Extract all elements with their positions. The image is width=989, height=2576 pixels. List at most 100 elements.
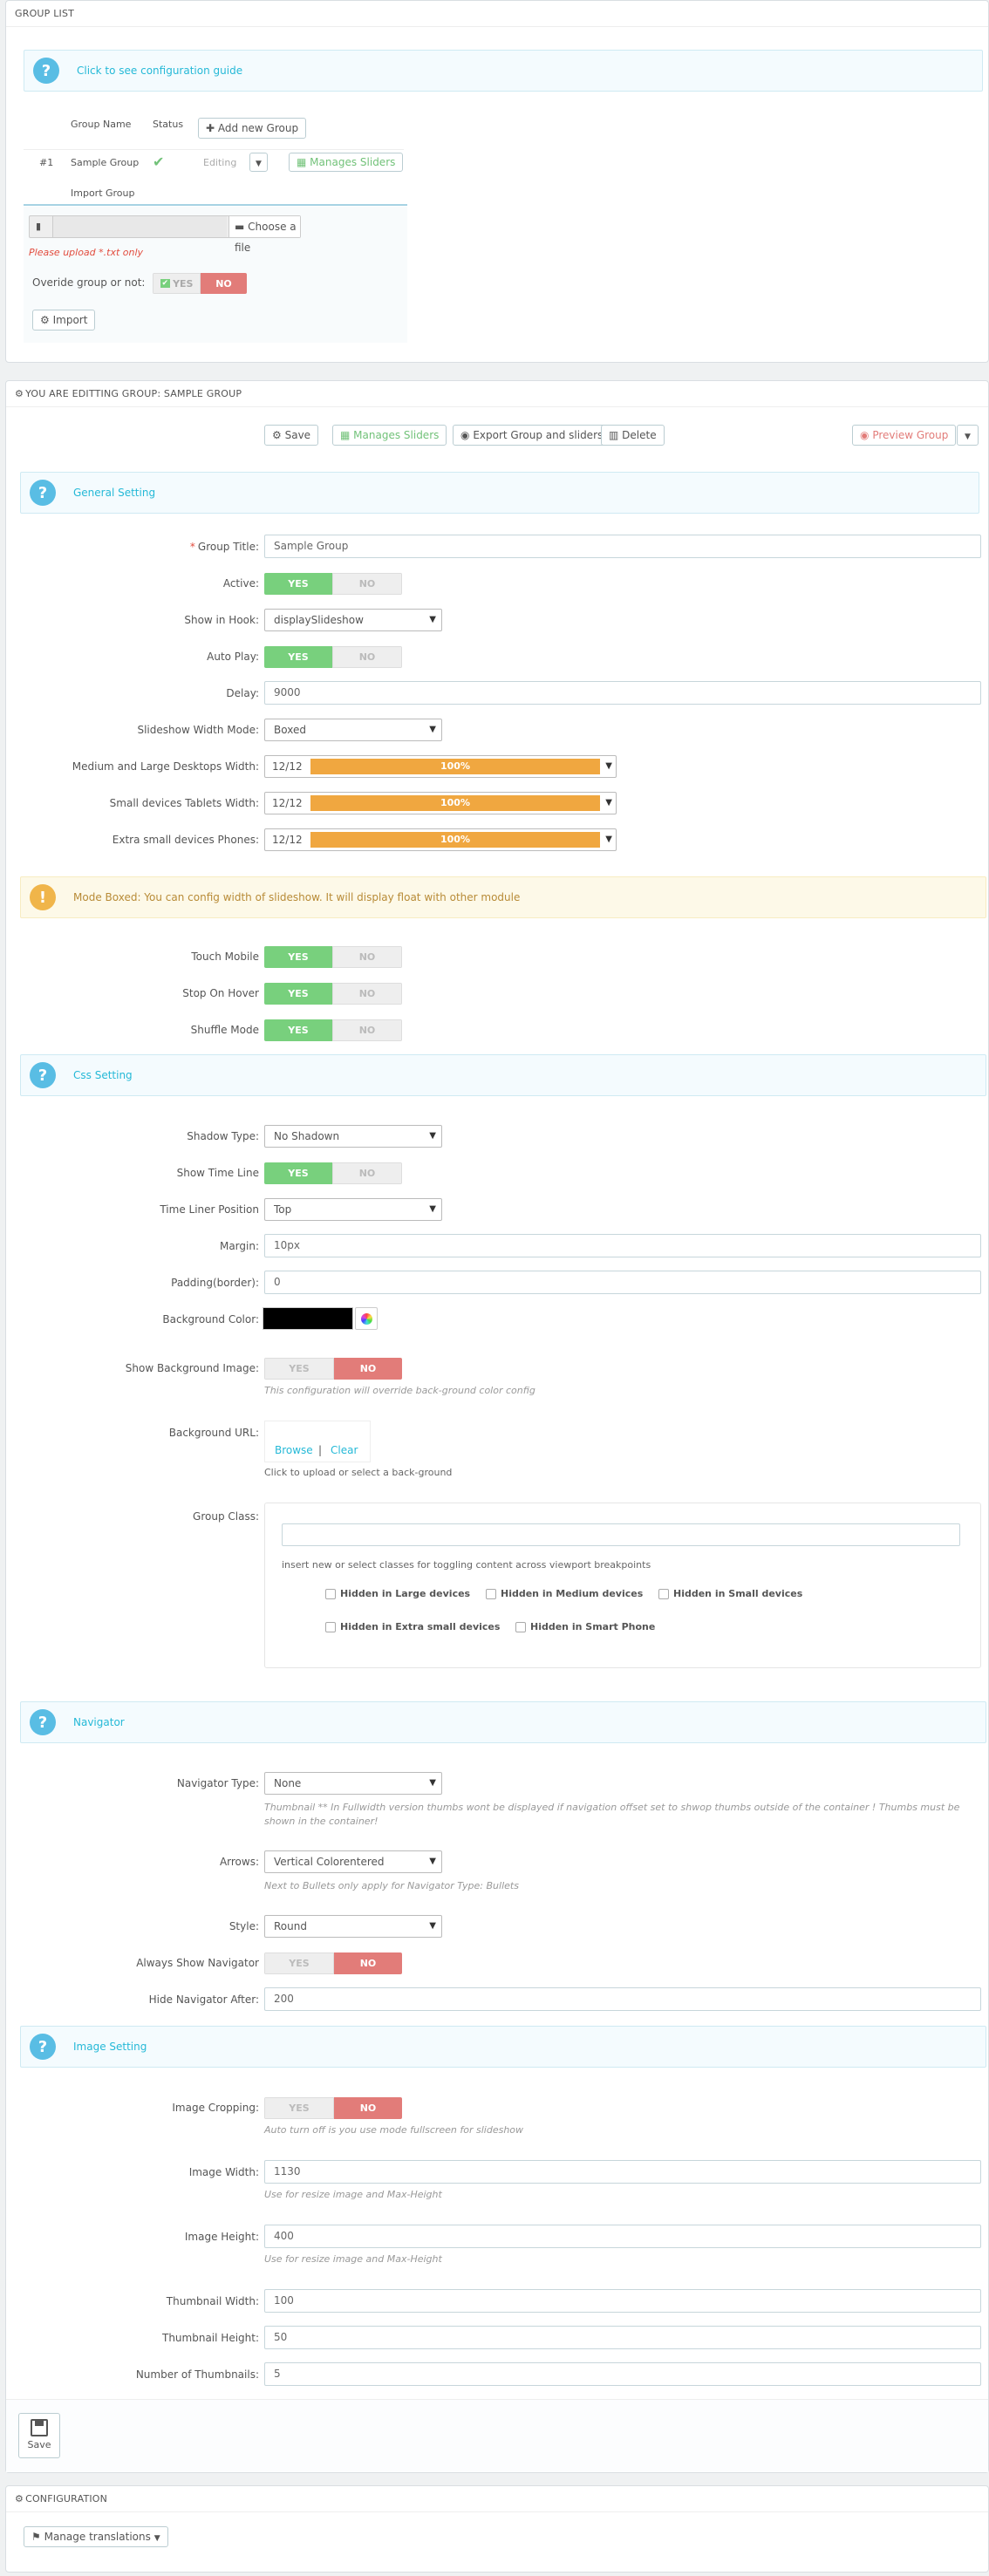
style-select[interactable]: Round ▼ [264,1915,442,1938]
file-input[interactable]: ▮ ▬ Choose a file [29,215,301,254]
touch-toggle[interactable]: YES NO [264,946,402,968]
row-number: #1 [39,157,54,168]
img-width-input[interactable]: 1130 [264,2160,981,2184]
check-icon: ✔ [153,153,165,170]
autoplay-yes[interactable]: YES [264,646,332,668]
padding-input[interactable]: 0 [264,1271,981,1294]
sm-width-label: Small devices Tablets Width: [109,797,259,809]
hidden-sp-checkbox[interactable]: Hidden in Smart Phone [515,1621,655,1632]
import-group-title: Import Group [71,187,135,199]
thumb-count-input[interactable]: 5 [264,2362,981,2386]
md-width-select[interactable]: 12/12 100% ▼ [264,755,617,778]
autoplay-toggle[interactable]: YES NO [264,646,402,668]
question-icon: ? [30,1062,56,1088]
clear-link[interactable]: Clear [331,1444,358,1456]
timeline-yes[interactable]: YES [264,1162,332,1184]
always-nav-no[interactable]: NO [334,1952,402,1974]
crop-label: Image Cropping: [172,2102,259,2114]
autoplay-no[interactable]: NO [332,646,402,668]
group-class-input[interactable] [282,1523,960,1546]
xs-width-bar: 100% [310,832,600,848]
group-list-heading: GROUP LIST [6,1,988,27]
delay-label: Delay: [226,687,259,699]
shuffle-no[interactable]: NO [332,1019,402,1041]
show-bg-no[interactable]: NO [334,1358,402,1380]
delete-button[interactable]: ▥ Delete [601,425,665,446]
arrows-select[interactable]: Vertical Colorentered ▼ [264,1850,442,1873]
hidden-xs-checkbox[interactable]: Hidden in Extra small devices [325,1621,500,1632]
arrows-help: Next to Bullets only apply for Navigator… [264,1880,519,1891]
hover-label: Stop On Hover [182,987,259,999]
shadow-select[interactable]: No Shadown ▼ [264,1125,442,1148]
hidden-lg-checkbox[interactable]: Hidden in Large devices [325,1588,470,1599]
bgcolor-swatch[interactable] [263,1307,353,1330]
manage-sliders-button[interactable]: ▦ Manages Sliders [332,425,447,446]
shuffle-yes[interactable]: YES [264,1019,332,1041]
save-icon: ⚙ [272,429,282,441]
config-guide-link[interactable]: Click to see configuration guide [77,65,242,77]
hook-select[interactable]: displaySlideshow ▼ [264,609,442,631]
crop-yes[interactable]: YES [264,2097,334,2119]
img-height-input[interactable]: 400 [264,2225,981,2248]
save-button[interactable]: ⚙ Save [264,425,319,446]
row-manage-sliders-button[interactable]: ▦ Manages Sliders [289,153,404,172]
col-status: Status [153,119,184,130]
file-input-field[interactable] [52,216,227,237]
active-yes[interactable]: YES [264,573,332,595]
group-title-input[interactable]: Sample Group [264,535,981,558]
color-picker-button[interactable] [355,1307,378,1330]
browse-link[interactable]: Browse [275,1444,313,1456]
hover-toggle[interactable]: YES NO [264,983,402,1005]
sm-width-select[interactable]: 12/12 100% ▼ [264,792,617,814]
xs-width-select[interactable]: 12/12 100% ▼ [264,828,617,851]
hover-no[interactable]: NO [332,983,402,1005]
add-new-group-button[interactable]: ✚ Add new Group [198,118,307,139]
manage-translations-button[interactable]: ⚑ Manage translations ▼ [24,2526,168,2547]
hide-nav-label: Hide Navigator After: [148,1993,259,2006]
group-list-panel: GROUP LIST ? Click to see configuration … [5,0,989,363]
footer-save-button[interactable]: Save [18,2413,60,2458]
override-toggle[interactable]: ✔ YES NO [153,273,247,294]
hover-yes[interactable]: YES [264,983,332,1005]
edit-group-panel: ⚙ YOU ARE EDITTING GROUP: SAMPLE GROUP ⚙ … [5,380,989,2473]
timeline-no[interactable]: NO [332,1162,402,1184]
hide-nav-input[interactable]: 200 [264,1987,981,2011]
hidden-sm-checkbox[interactable]: Hidden in Small devices [658,1588,802,1599]
shuffle-toggle[interactable]: YES NO [264,1019,402,1041]
preview-dropdown-button[interactable]: ▼ [957,425,979,446]
always-nav-toggle[interactable]: YES NO [264,1952,402,1974]
hidden-md-checkbox[interactable]: Hidden in Medium devices [486,1588,643,1599]
delay-input[interactable]: 9000 [264,681,981,705]
override-no[interactable]: NO [201,273,247,294]
width-mode-select[interactable]: Boxed ▼ [264,719,442,741]
preview-group-button[interactable]: ◉ Preview Group [852,425,957,446]
thumb-height-input[interactable]: 50 [264,2326,981,2349]
cogs-icon: ⚙ [15,2493,24,2504]
show-bg-yes[interactable]: YES [264,1358,334,1380]
nav-type-select[interactable]: None ▼ [264,1772,442,1795]
import-button[interactable]: ⚙ Import [32,310,96,331]
timeline-pos-select[interactable]: Top ▼ [264,1198,442,1221]
show-bg-label: Show Background Image: [125,1362,259,1374]
active-toggle[interactable]: YES NO [264,573,402,595]
export-group-button[interactable]: ◉ Export Group and sliders [453,425,611,446]
col-group-name: Group Name [71,119,132,130]
thumb-width-input[interactable]: 100 [264,2289,981,2313]
show-bg-toggle[interactable]: YES NO [264,1358,402,1380]
touch-no[interactable]: NO [332,946,402,968]
crop-toggle[interactable]: YES NO [264,2097,402,2119]
override-yes[interactable]: ✔ YES [153,273,201,294]
always-nav-yes[interactable]: YES [264,1952,334,1974]
margin-input[interactable]: 10px [264,1234,981,1257]
timeline-label: Show Time Line [176,1167,259,1179]
timeline-toggle[interactable]: YES NO [264,1162,402,1184]
config-guide-alert[interactable]: ? Click to see configuration guide [24,50,983,92]
eye-icon: ◉ [460,429,470,441]
crop-no[interactable]: NO [334,2097,402,2119]
touch-yes[interactable]: YES [264,946,332,968]
row-group-name: Sample Group [71,157,140,168]
active-no[interactable]: NO [332,573,402,595]
check-icon: ✔ [160,279,171,288]
row-dropdown-button[interactable]: ▼ [249,153,268,172]
choose-file-button[interactable]: ▬ Choose a file [228,216,300,254]
